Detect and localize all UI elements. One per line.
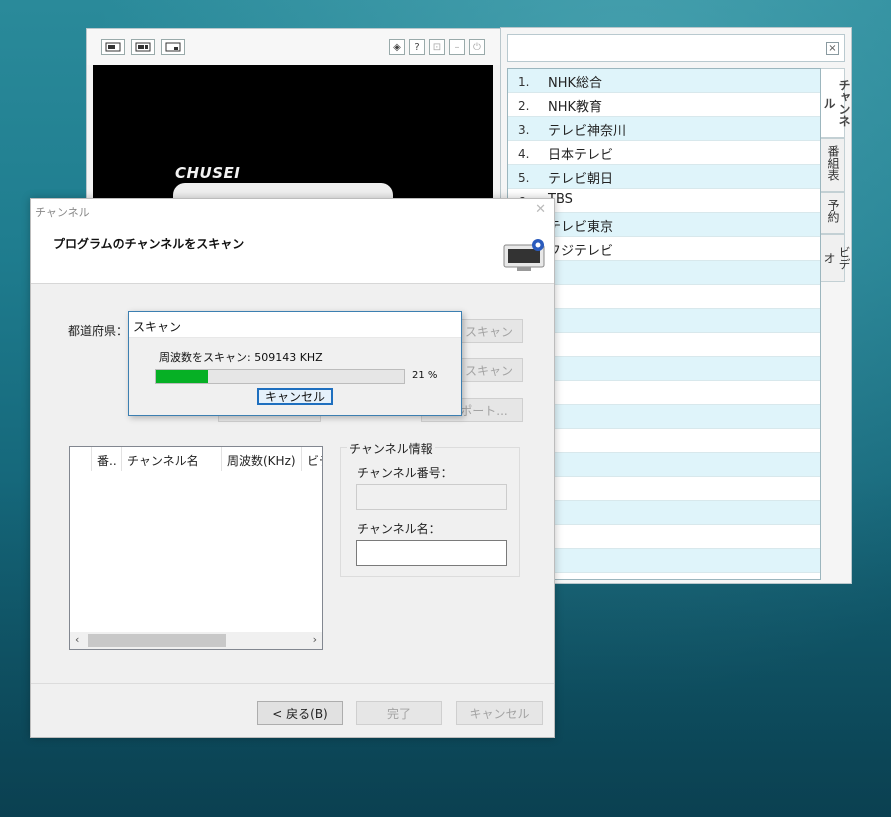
scrollbar-thumb[interactable] (88, 634, 226, 647)
tab-channel[interactable]: チャンネル (821, 68, 851, 138)
settings-tool-icon[interactable]: ◈ (389, 39, 405, 55)
channel-row[interactable]: 2. NHK教育 (508, 93, 820, 117)
tab-reservation[interactable]: 予約 (821, 192, 845, 234)
channel-number: 1. (518, 75, 530, 89)
footer-divider (31, 683, 554, 684)
channel-search-input[interactable]: × (507, 34, 845, 62)
power-icon[interactable]: ⏻ (469, 39, 485, 55)
channel-name: テレビ神奈川 (548, 124, 627, 139)
channel-row[interactable]: 3. テレビ神奈川 (508, 117, 820, 141)
dialog-heading: プログラムのチャンネルをスキャン (53, 237, 245, 251)
scan-titlebar: スキャン (129, 312, 461, 338)
scan-progress-dialog: スキャン 周波数をスキャン: 509143 KHZ 21 % キャンセル (128, 311, 462, 416)
channel-number: 4. (518, 147, 530, 161)
column-blank (70, 447, 92, 471)
cancel-button[interactable]: キャンセル (456, 701, 543, 725)
close-icon[interactable]: ✕ (535, 202, 546, 217)
help-icon[interactable]: ? (409, 39, 425, 55)
tab-epg[interactable]: 番組表 (821, 138, 845, 192)
scan-progress-fill (156, 370, 209, 383)
import-button-label: ポート... (460, 403, 508, 418)
layout-single-icon[interactable] (101, 39, 125, 55)
tab-epg-label: 番組表 (826, 145, 840, 181)
tab-reservation-label: 予約 (826, 199, 840, 223)
clear-icon[interactable]: × (826, 42, 839, 55)
channel-name: 日本テレビ (548, 148, 614, 163)
scroll-right-icon[interactable]: › (313, 633, 317, 646)
channel-name: テレビ東京 (548, 220, 614, 235)
dialog-titlebar: チャンネル ✕ (31, 199, 554, 221)
back-button[interactable]: < 戻る(B) (257, 701, 343, 725)
scan-progress-percent: 21 % (412, 370, 438, 381)
channel-row[interactable]: 1. NHK総合 (508, 69, 820, 93)
channel-number: 2. (518, 99, 530, 113)
column-frequency[interactable]: 周波数(KHz) (222, 447, 302, 471)
tab-channel-label: チャンネル (822, 79, 851, 127)
tv-settings-icon (503, 239, 545, 271)
finish-button[interactable]: 完了 (356, 701, 442, 725)
layout-list-icon[interactable] (131, 39, 155, 55)
scroll-left-icon[interactable]: ‹ (75, 633, 79, 646)
tab-video[interactable]: ビデオ (821, 234, 851, 282)
player-toolbar: ◈ ? ⊡ – ⏻ (87, 29, 501, 65)
scan-cancel-button[interactable]: キャンセル (257, 388, 333, 405)
column-video[interactable]: ビデ (302, 447, 322, 471)
channel-info-group-title: チャンネル情報 (347, 440, 435, 457)
channel-number: 3. (518, 123, 530, 137)
table-header: 番.. チャンネル名 周波数(KHz) ビデ (70, 447, 322, 471)
dialog-header: プログラムのチャンネルをスキャン (31, 221, 554, 284)
column-channel-name[interactable]: チャンネル名 (122, 447, 222, 471)
channel-dialog: チャンネル ✕ プログラムのチャンネルをスキャン 都道府県： スキャン スキャン… (30, 198, 555, 738)
scan-frequency-text: 周波数をスキャン: 509143 KHZ (159, 351, 323, 364)
column-number[interactable]: 番.. (92, 447, 122, 471)
channel-table[interactable]: 番.. チャンネル名 周波数(KHz) ビデ ‹ › (69, 446, 323, 650)
brand-logo-text: CHUSEI (175, 164, 241, 182)
scan-button-1-label: スキャン (464, 324, 513, 339)
video-area[interactable]: CHUSEI (93, 65, 493, 209)
channel-name: NHK総合 (548, 76, 603, 91)
scan-progress-bar (155, 369, 405, 384)
channel-name: フジテレビ (548, 244, 614, 259)
scan-title: スキャン (133, 320, 182, 334)
channel-number: 5. (518, 171, 530, 185)
scan-button-2-label: スキャン (464, 363, 513, 378)
channel-name-label: チャンネル名： (357, 522, 441, 536)
player-window: ◈ ? ⊡ – ⏻ CHUSEI (86, 28, 502, 210)
layout-pip-icon[interactable] (161, 39, 185, 55)
channel-number-field (356, 484, 507, 510)
channel-name: テレビ朝日 (548, 172, 614, 187)
horizontal-scrollbar[interactable]: ‹ › (70, 632, 322, 649)
minimize-icon[interactable]: – (449, 39, 465, 55)
dialog-title: チャンネル (35, 206, 90, 219)
channel-number-label: チャンネル番号： (357, 466, 453, 480)
mini-mode-icon[interactable]: ⊡ (429, 39, 445, 55)
channel-name: NHK教育 (548, 100, 603, 115)
channel-name-field[interactable] (356, 540, 507, 566)
channel-row[interactable]: 5. テレビ朝日 (508, 165, 820, 189)
channel-row[interactable]: 4. 日本テレビ (508, 141, 820, 165)
prefecture-label: 都道府県： (68, 324, 129, 338)
side-tabs: チャンネル 番組表 予約 ビデオ (821, 68, 851, 282)
tab-video-label: ビデオ (822, 246, 851, 270)
